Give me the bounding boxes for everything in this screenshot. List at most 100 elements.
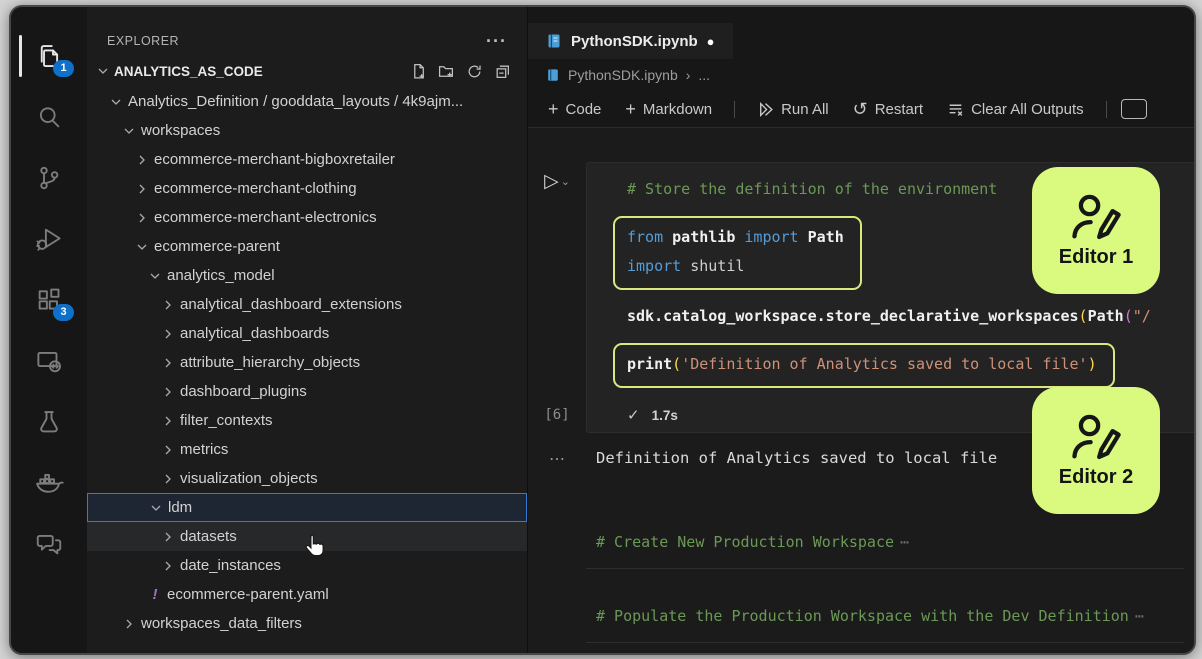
collapse-all-icon[interactable] [494,63,511,80]
beaker-icon [34,407,64,437]
clear-all-outputs-button[interactable]: Clear All Outputs [939,97,1092,122]
tree-item-analytical-dashboard-extensions[interactable]: analytical_dashboard_extensions [87,290,527,319]
tab-pythonsdk-ipynb[interactable]: PythonSDK.ipynb ● [528,23,733,59]
tree-item-analytics-model[interactable]: analytics_model [87,261,527,290]
run-cell-button[interactable]: ▷ ⌄ [544,170,570,193]
tree-item-metrics[interactable]: metrics [87,435,527,464]
tree-item-datasets[interactable]: datasets [87,522,527,551]
notebook-icon [546,33,562,49]
explorer-sidebar: EXPLORER ··· ANALYTICS_AS_CODE [87,7,527,653]
yaml-file-icon: ! [146,586,164,603]
restart-button[interactable]: ↺ Restart [845,97,931,122]
activity-source-control-button[interactable] [11,147,87,208]
new-folder-icon[interactable] [438,63,455,80]
tree-item-label: workspaces_data_filters [138,615,302,632]
plus-icon: + [625,99,636,120]
comments-icon [34,529,64,559]
new-file-icon[interactable] [410,63,427,80]
editor-2-badge: Editor 2 [1032,387,1160,514]
tree-item-ldm[interactable]: ldm [87,493,527,522]
chevron-right-icon [133,180,151,198]
modified-dot[interactable]: ● [707,34,715,49]
execution-duration: 1.7s [652,408,678,423]
activity-remote-explorer-button[interactable] [11,330,87,391]
workspace-section-title: ANALYTICS_AS_CODE [114,64,410,79]
chevron-right-icon [159,296,177,314]
breadcrumb-separator: › [686,67,691,83]
restart-icon: ↺ [853,101,868,117]
tree-item-label: ecommerce-merchant-electronics [151,209,377,226]
variables-icon[interactable] [1121,99,1147,119]
tree-item-workspaces-data-filters[interactable]: workspaces_data_filters [87,609,527,638]
person-edit-icon [1068,192,1124,244]
tree-item-analytics-definition-gooddata-layouts-4k9ajm[interactable]: Analytics_Definition / gooddata_layouts … [87,87,527,116]
tree-item-label: workspaces [138,122,220,139]
clear-all-outputs-icon [947,101,964,118]
tree-item-attribute-hierarchy-objects[interactable]: attribute_hierarchy_objects [87,348,527,377]
toolbar-divider [734,101,735,118]
chevron-right-icon [159,441,177,459]
tree-item-analytical-dashboards[interactable]: analytical_dashboards [87,319,527,348]
editor-group: PythonSDK.ipynb ● PythonSDK.ipynb › ... … [527,7,1194,653]
tree-item-ecommerce-merchant-bigboxretailer[interactable]: ecommerce-merchant-bigboxretailer [87,145,527,174]
breadcrumb-file[interactable]: PythonSDK.ipynb [568,67,678,83]
tree-item-label: dashboard_plugins [177,383,307,400]
tree-item-visualization-objects[interactable]: visualization_objects [87,464,527,493]
chevron-down-icon [94,62,112,80]
markdown-cell-populate-workspace[interactable]: # Populate the Production Workspace with… [586,599,1184,643]
activity-testing-button[interactable] [11,391,87,452]
code-line: import shutil [627,252,844,281]
tree-item-date-instances[interactable]: date_instances [87,551,527,580]
activity-extensions-button[interactable]: 3 [11,269,87,330]
tab-bar: PythonSDK.ipynb ● [528,7,1194,59]
tab-label: PythonSDK.ipynb [571,33,698,50]
markdown-cell-create-workspace[interactable]: # Create New Production Workspace⋯ [586,525,1184,569]
tree-item-ecommerce-parent-yaml[interactable]: !ecommerce-parent.yaml [87,580,527,609]
chevron-right-icon [159,412,177,430]
breadcrumb-more[interactable]: ... [698,67,710,83]
tree-item-ecommerce-merchant-clothing[interactable]: ecommerce-merchant-clothing [87,174,527,203]
chevron-right-icon [159,354,177,372]
chevron-right-icon [159,325,177,343]
refresh-icon[interactable] [466,63,483,80]
explorer-actions [410,63,527,80]
explorer-header: EXPLORER ··· [87,27,527,55]
tree-item-dashboard-plugins[interactable]: dashboard_plugins [87,377,527,406]
workspace-section-header[interactable]: ANALYTICS_AS_CODE [87,55,527,87]
chevron-down-icon [146,267,164,285]
person-edit-icon [1068,412,1124,464]
cell-gutter: ▷ ⌄ [6] [528,162,586,433]
tree-item-label: Analytics_Definition / gooddata_layouts … [125,93,463,110]
tree-item-ecommerce-parent[interactable]: ecommerce-parent [87,232,527,261]
tree-item-filter-contexts[interactable]: filter_contexts [87,406,527,435]
activity-explorer-button[interactable]: 1 [11,25,87,86]
activity-docker-button[interactable] [11,452,87,513]
run-all-button[interactable]: Run All [749,97,837,122]
notebook-icon [546,68,560,82]
output-menu-icon[interactable]: ⋯ [528,449,586,469]
tree-item-label: analytics_model [164,267,275,284]
tree-item-label: ldm [165,499,192,516]
toolbar-divider [1106,101,1107,118]
tree-item-workspaces[interactable]: workspaces [87,116,527,145]
output-text: Definition of Analytics saved to local f… [586,449,997,467]
run-all-icon [757,101,774,118]
tree-item-label: ecommerce-merchant-clothing [151,180,357,197]
explorer-title: EXPLORER [107,34,179,48]
chevron-right-icon [120,615,138,633]
source-control-icon [34,163,64,193]
add-code-cell-button[interactable]: + Code [540,95,609,124]
add-markdown-cell-button[interactable]: + Markdown [617,95,720,124]
tree-item-label: analytical_dashboards [177,325,329,342]
activity-search-button[interactable] [11,86,87,147]
explorer-more-actions-icon[interactable]: ··· [486,31,507,52]
run-icon: ▷ [544,170,559,193]
tree-item-label: visualization_objects [177,470,318,487]
activity-run-debug-button[interactable] [11,208,87,269]
badge-label: Editor 1 [1059,246,1133,269]
chevron-right-icon [133,151,151,169]
badge-label: Editor 2 [1059,466,1133,489]
remote-explorer-icon [34,346,64,376]
activity-comments-button[interactable] [11,513,87,574]
tree-item-ecommerce-merchant-electronics[interactable]: ecommerce-merchant-electronics [87,203,527,232]
